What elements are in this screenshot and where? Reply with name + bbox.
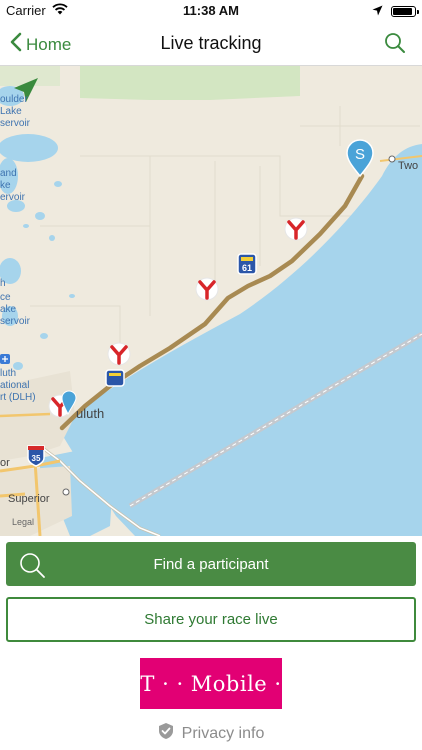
find-participant-button[interactable]: Find a participant: [6, 542, 416, 586]
share-race-label: Share your race live: [144, 611, 278, 628]
map-label: servoir: [0, 316, 31, 327]
map-label: ake: [0, 304, 17, 315]
location-arrow-icon: [372, 4, 383, 19]
participant-marker[interactable]: [195, 277, 219, 301]
map-label: ervoir: [0, 192, 26, 203]
map-label: rt (DLH): [0, 392, 36, 403]
highway-35-label: 35: [32, 454, 41, 463]
map-label: ce: [0, 292, 11, 303]
battery-icon: [391, 6, 419, 17]
town-dot: [62, 488, 70, 496]
page-title: Live tracking: [160, 33, 262, 53]
navigation-bar: Home Live tracking: [0, 22, 422, 66]
find-participant-label: Find a participant: [153, 555, 269, 573]
participant-marker[interactable]: [284, 217, 308, 241]
map-label: luth: [0, 368, 16, 379]
privacy-info-link[interactable]: Privacy info: [0, 722, 422, 745]
map-view[interactable]: 35 61 S oulder Lake servoir and ke ervoi…: [0, 66, 422, 536]
status-bar: Carrier 11:38 AM: [0, 0, 422, 22]
highway-61-shield-2: [105, 369, 125, 387]
privacy-info-label: Privacy info: [181, 724, 265, 742]
map-park: [80, 66, 300, 100]
map-label: h: [0, 278, 6, 289]
tmobile-logo-text: T · · Mobile ·: [140, 671, 282, 696]
start-marker-label: S: [355, 146, 365, 163]
search-icon: [18, 551, 46, 583]
map-label: ke: [0, 180, 11, 191]
airport-icon: [0, 354, 10, 364]
map-label-superior: Superior: [8, 493, 50, 505]
shield-check-icon: [158, 722, 174, 745]
share-race-button[interactable]: Share your race live: [6, 597, 416, 642]
participant-marker[interactable]: [107, 342, 131, 366]
search-button[interactable]: [384, 32, 406, 59]
town-dot: [388, 155, 396, 163]
map-label: oulder: [0, 94, 28, 105]
search-icon: [384, 33, 406, 58]
sponsor-logo[interactable]: T · · Mobile ·: [140, 658, 282, 709]
map-label: servoir: [0, 118, 31, 129]
highway-61-label: 61: [242, 263, 252, 273]
map-label-two-harbors: Two: [398, 160, 418, 172]
map-label: and: [0, 168, 17, 179]
highway-61-shield: 61: [237, 253, 257, 275]
battery-fill: [393, 8, 412, 15]
battery-cap: [417, 10, 419, 14]
map-label-or: or: [0, 457, 10, 469]
map-label: Lake: [0, 106, 22, 117]
map-legal-link[interactable]: Legal: [12, 517, 34, 527]
status-right: [372, 4, 419, 19]
status-time: 11:38 AM: [183, 3, 239, 18]
map-label: ational: [0, 380, 29, 391]
highway-35-shield: 35: [27, 445, 45, 467]
map-label-duluth: uluth: [76, 406, 104, 421]
